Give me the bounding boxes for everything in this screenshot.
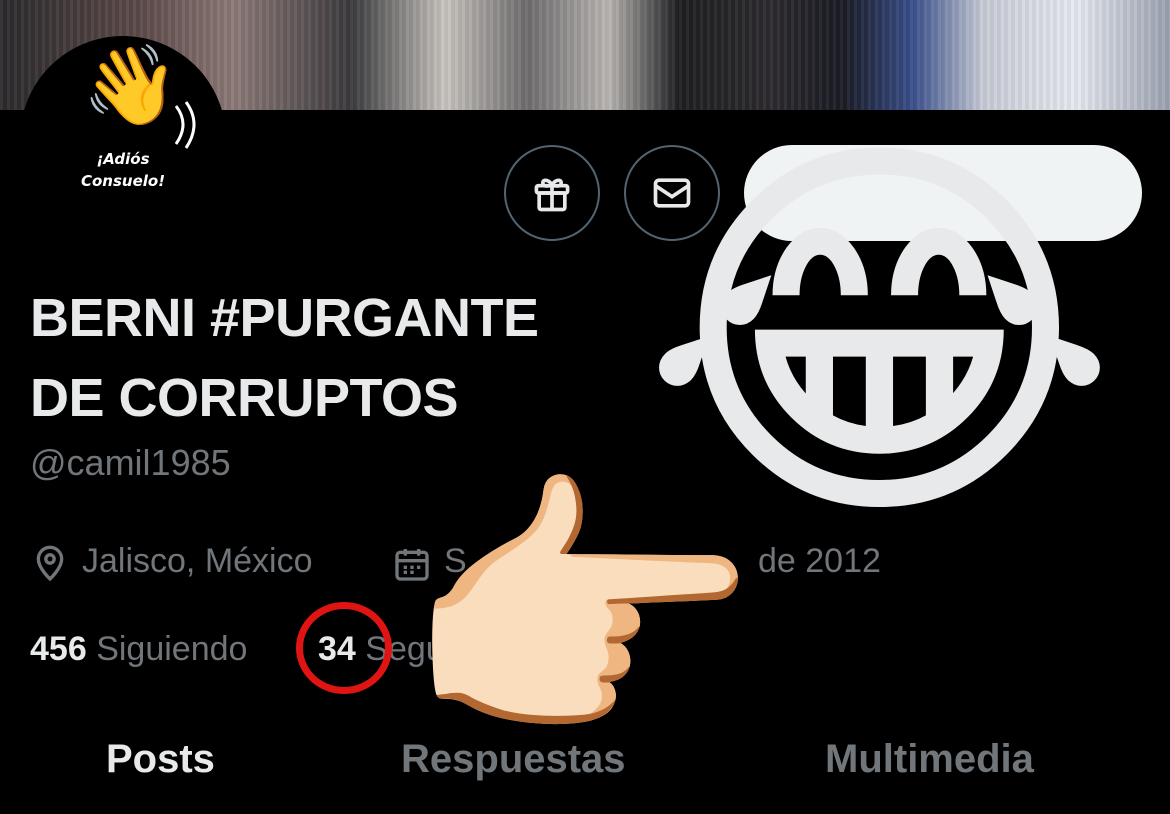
location-pin-icon (36, 545, 64, 582)
tab-multimedia[interactable]: Multimedia (825, 737, 1034, 782)
username-handle: @camil1985 (30, 442, 231, 483)
avatar-caption: ¡Adiós Consuelo! (80, 150, 166, 190)
gift-button[interactable] (504, 145, 600, 241)
gift-icon (534, 178, 570, 212)
following-count: 456 (30, 630, 87, 668)
tab-posts[interactable]: Posts (106, 737, 215, 782)
motion-lines-icon (174, 101, 196, 149)
following-label: Siguiendo (96, 630, 248, 668)
pointing-hand-icon: 👉🏻 (400, 446, 762, 783)
waving-hand-icon: 👋 (82, 41, 180, 129)
display-name: BERNI #PURGANTE DE CORRUPTOS (30, 288, 539, 428)
following-link[interactable]: 456 Siguiendo (30, 630, 247, 669)
avatar[interactable]: 👋 ¡Adiós Consuelo! (20, 36, 226, 242)
location-text: Jalisco, México (82, 542, 313, 580)
highlight-circle (296, 602, 392, 694)
